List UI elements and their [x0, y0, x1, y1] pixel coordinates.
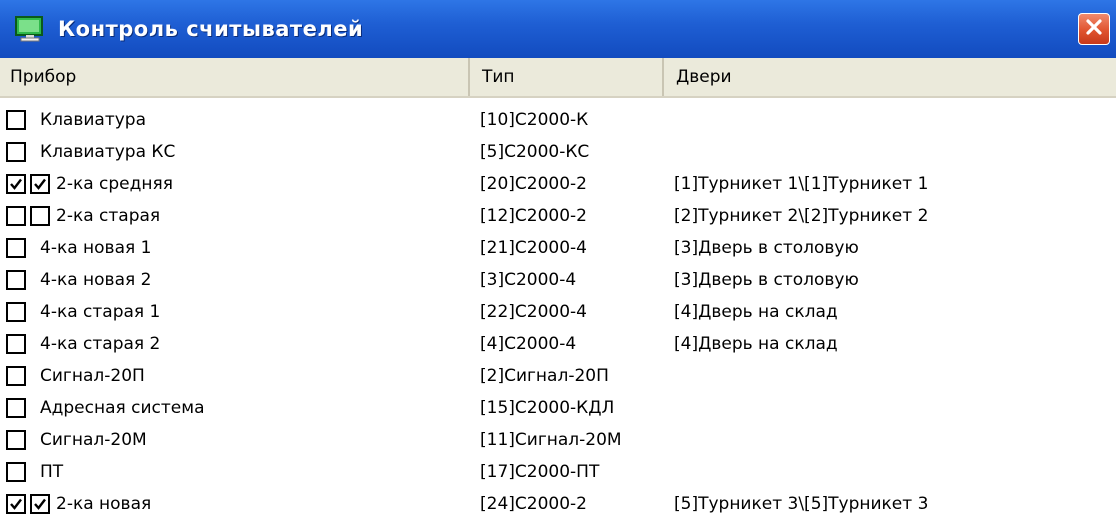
reader-control-window: Контроль считывателей Прибор Тип Двери К… [0, 0, 1116, 522]
device-cell: ПТ [0, 462, 470, 482]
device-name: 2-ка средняя [56, 174, 173, 194]
device-type: [4]С2000-4 [480, 334, 577, 354]
device-name: 4-ка новая 1 [40, 238, 152, 258]
table-row[interactable]: Сигнал-20М [11]Сигнал-20М [0, 424, 1116, 456]
device-doors: [3]Дверь в столовую [674, 270, 859, 290]
checkbox-unchecked[interactable] [6, 334, 26, 354]
table-row[interactable]: 4-ка новая 2 [3]С2000-4 [3]Дверь в столову… [0, 264, 1116, 296]
checkbox-unchecked[interactable] [6, 398, 26, 418]
title-bar[interactable]: Контроль считывателей [0, 0, 1116, 58]
device-cell: Сигнал-20М [0, 430, 470, 450]
column-header-device[interactable]: Прибор [0, 58, 470, 96]
device-cell: Сигнал-20П [0, 366, 470, 386]
device-doors: [4]Дверь на склад [674, 334, 838, 354]
column-header-type[interactable]: Тип [470, 58, 664, 96]
device-type: [2]Сигнал-20П [480, 366, 609, 386]
table-row[interactable]: 4-ка старая 1 [22]С2000-4 [4]Дверь на скла… [0, 296, 1116, 328]
device-type: [11]Сигнал-20М [480, 430, 622, 450]
device-name: 4-ка старая 1 [40, 302, 161, 322]
checkbox-unchecked[interactable] [6, 430, 26, 450]
checkbox-unchecked[interactable] [6, 270, 26, 290]
table-row[interactable]: 4-ка старая 2 [4]С2000-4 [4]Дверь на склад [0, 328, 1116, 360]
device-list: Клавиатура [10]С2000-К Клавиатура КС [5]С20… [0, 98, 1116, 520]
device-type: [22]С2000-4 [480, 302, 587, 322]
device-cell: 4-ка новая 2 [0, 270, 470, 290]
device-name: ПТ [40, 462, 64, 482]
column-header-doors[interactable]: Двери [664, 58, 1116, 96]
checkbox-unchecked[interactable] [6, 302, 26, 322]
device-doors: [4]Дверь на склад [674, 302, 838, 322]
device-cell: Адресная система [0, 398, 470, 418]
device-cell: 2-ка новая [0, 494, 470, 514]
device-type: [17]С2000-ПТ [480, 462, 600, 482]
device-cell: 4-ка старая 2 [0, 334, 470, 354]
checkbox-unchecked[interactable] [6, 238, 26, 258]
device-type: [3]С2000-4 [480, 270, 577, 290]
device-type: [5]С2000-КС [480, 142, 590, 162]
device-name: 4-ка новая 2 [40, 270, 152, 290]
checkbox-checked[interactable] [30, 494, 50, 514]
device-cell: 2-ка старая [0, 206, 470, 226]
checkbox-unchecked[interactable] [30, 206, 50, 226]
window-title: Контроль считывателей [58, 17, 364, 41]
table-row[interactable]: 2-ка старая [12]С2000-2 [2]Турникет 2\[2]Т… [0, 200, 1116, 232]
close-icon [1084, 17, 1104, 41]
device-name: 4-ка старая 2 [40, 334, 161, 354]
device-name: Клавиатура [40, 110, 147, 130]
checkbox-checked[interactable] [6, 494, 26, 514]
device-cell: 4-ка старая 1 [0, 302, 470, 322]
checkbox-unchecked[interactable] [6, 110, 26, 130]
checkbox-unchecked[interactable] [6, 366, 26, 386]
table-row[interactable]: Клавиатура [10]С2000-К [0, 104, 1116, 136]
table-row[interactable]: 2-ка новая [24]С2000-2 [5]Турникет 3\[5]Ту… [0, 488, 1116, 520]
table-row[interactable]: Клавиатура КС [5]С2000-КС [0, 136, 1116, 168]
device-name: Сигнал-20М [40, 430, 147, 450]
table-row[interactable]: 2-ка средняя [20]С2000-2 [1]Турникет 1\[1]… [0, 168, 1116, 200]
close-button[interactable] [1078, 13, 1110, 45]
device-type: [15]С2000-КДЛ [480, 398, 615, 418]
checkbox-checked[interactable] [30, 174, 50, 194]
checkbox-checked[interactable] [6, 174, 26, 194]
device-cell: Клавиатура КС [0, 142, 470, 162]
device-name: 2-ка старая [56, 206, 161, 226]
table-row[interactable]: Сигнал-20П [2]Сигнал-20П [0, 360, 1116, 392]
device-type: [20]С2000-2 [480, 174, 587, 194]
checkbox-unchecked[interactable] [6, 206, 26, 226]
device-cell: 4-ка новая 1 [0, 238, 470, 258]
table-row[interactable]: Адресная система [15]С2000-КДЛ [0, 392, 1116, 424]
device-doors: [2]Турникет 2\[2]Турникет 2 [674, 206, 929, 226]
checkbox-unchecked[interactable] [6, 142, 26, 162]
device-name: Адресная система [40, 398, 205, 418]
device-doors: [1]Турникет 1\[1]Турникет 1 [674, 174, 929, 194]
device-name: Сигнал-20П [40, 366, 145, 386]
checkbox-unchecked[interactable] [6, 462, 26, 482]
device-doors: [5]Турникет 3\[5]Турникет 3 [674, 494, 929, 514]
table-row[interactable]: 4-ка новая 1 [21]С2000-4 [3]Дверь в столов… [0, 232, 1116, 264]
table-header: Прибор Тип Двери [0, 58, 1116, 98]
monitor-icon [14, 15, 48, 43]
table-row[interactable]: ПТ [17]С2000-ПТ [0, 456, 1116, 488]
device-cell: Клавиатура [0, 110, 470, 130]
device-doors: [3]Дверь в столовую [674, 238, 859, 258]
device-type: [24]С2000-2 [480, 494, 587, 514]
device-type: [12]С2000-2 [480, 206, 587, 226]
device-name: 2-ка новая [56, 494, 152, 514]
device-cell: 2-ка средняя [0, 174, 470, 194]
device-type: [10]С2000-К [480, 110, 589, 130]
device-name: Клавиатура КС [40, 142, 176, 162]
device-type: [21]С2000-4 [480, 238, 587, 258]
